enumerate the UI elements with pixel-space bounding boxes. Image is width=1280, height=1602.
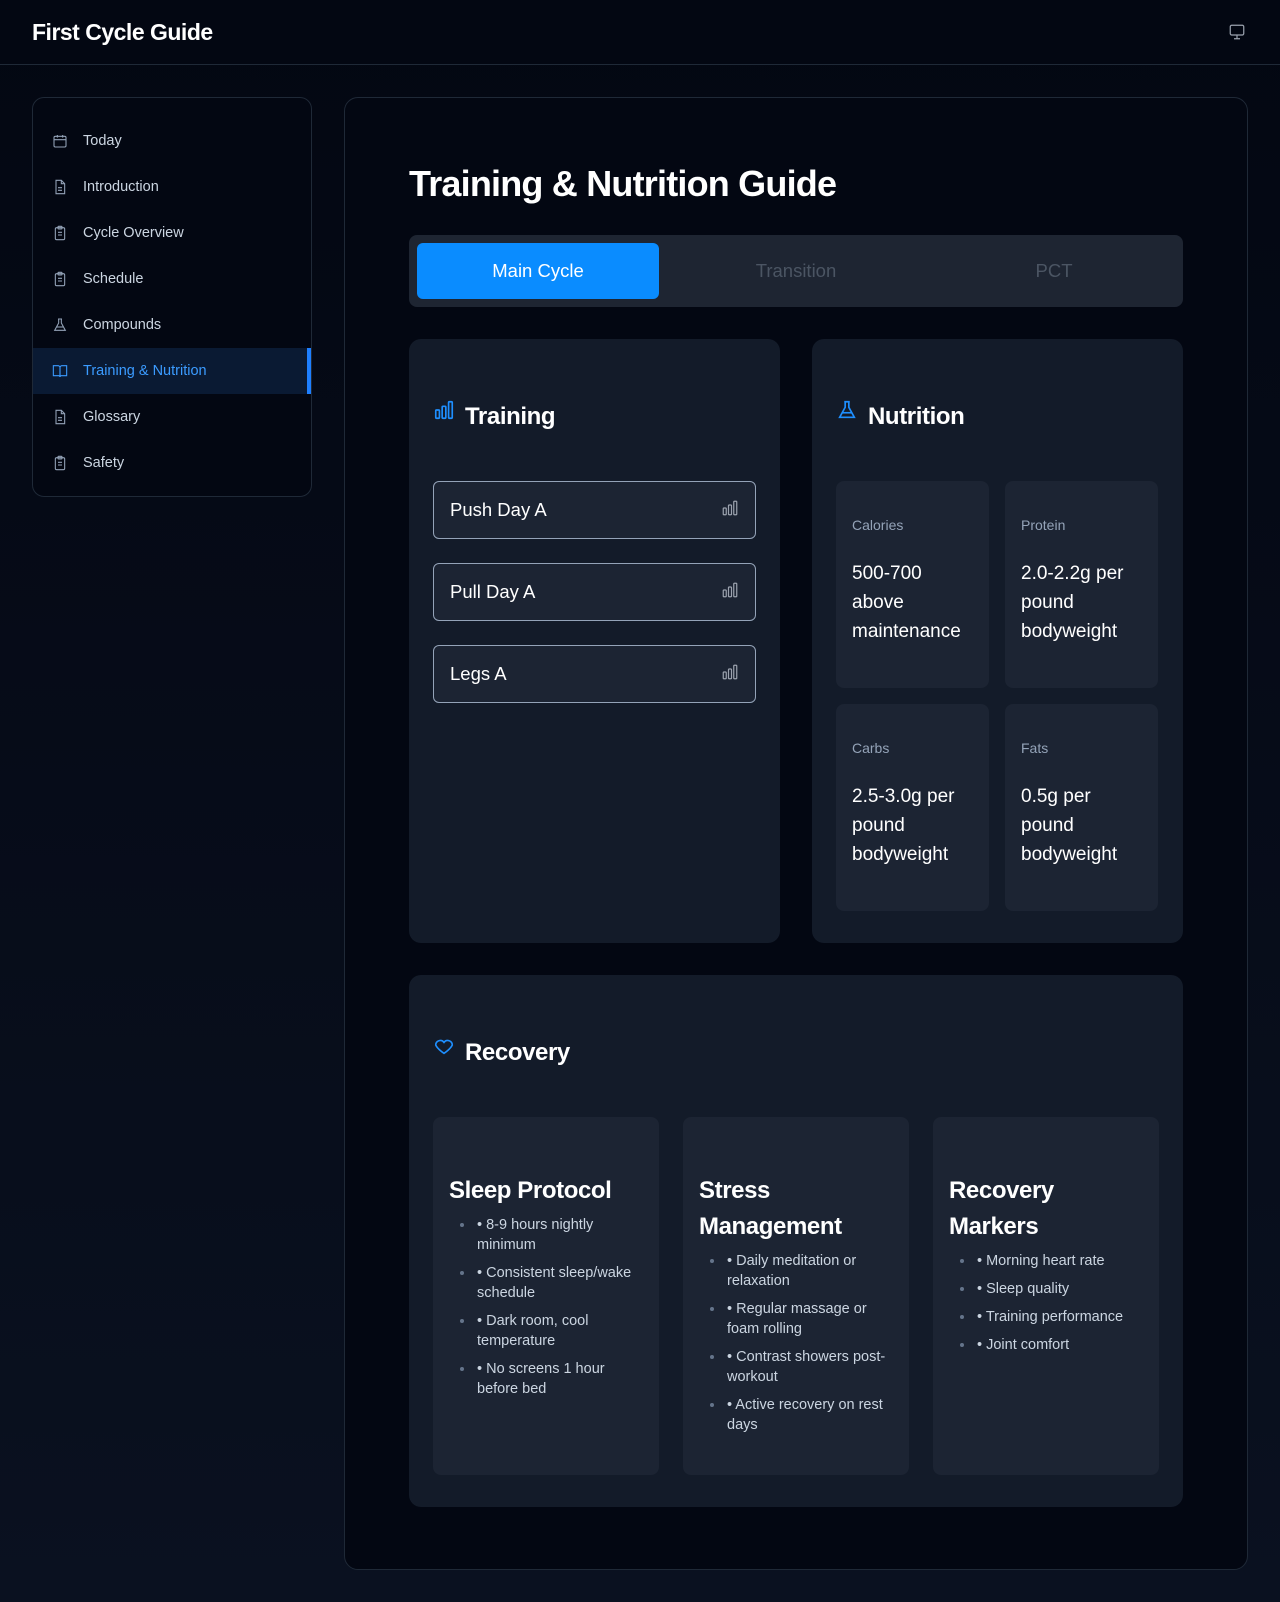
app-header: First Cycle Guide [0,0,1280,65]
list-item: • Active recovery on rest days [699,1395,893,1435]
app-title: First Cycle Guide [32,18,213,45]
nutrition-card: Nutrition Calories 500-700 above mainten… [812,339,1183,943]
recovery-list: • Daily meditation or relaxation • Regul… [699,1251,893,1435]
macro-label: Carbs [852,740,890,756]
document-icon [51,408,69,426]
macro-value: 2.5-3.0g per pound bodyweight [852,786,955,865]
list-item: • Sleep quality [949,1279,1143,1299]
sidebar-item-schedule[interactable]: Schedule [33,256,311,302]
flask-icon [51,316,69,334]
sidebar-item-label: Glossary [83,409,141,425]
sidebar-item-introduction[interactable]: Introduction [33,164,311,210]
recovery-stress-management: Stress Management • Daily meditation or … [683,1117,909,1475]
tab-pct[interactable]: PCT [933,243,1175,299]
sidebar-item-label: Today [83,133,122,149]
list-item: • Training performance [949,1307,1143,1327]
clipboard-icon [51,224,69,242]
bar-chart-icon [721,499,739,522]
recovery-column-title: Recovery Markers [949,1177,1054,1240]
recovery-card: Recovery Sleep Protocol • 8-9 hours nigh… [409,975,1183,1507]
workout-legs-a[interactable]: Legs A [433,645,756,703]
list-item: • 8-9 hours nightly minimum [449,1215,643,1255]
bar-chart-icon [433,399,457,423]
macro-label: Fats [1021,740,1049,756]
sidebar-item-label: Schedule [83,271,144,287]
clipboard-icon [51,270,69,288]
clipboard-icon [51,454,69,472]
training-card: Training Push Day A Pull Day A Legs A [409,339,780,943]
macro-fats: Fats 0.5g per pound bodyweight [1005,704,1158,911]
macro-protein: Protein 2.0-2.2g per pound bodyweight [1005,481,1158,688]
recovery-list: • Morning heart rate • Sleep quality • T… [949,1251,1143,1355]
main-content: Training & Nutrition Guide Main Cycle Tr… [344,97,1248,1570]
sidebar-item-training-nutrition[interactable]: Training & Nutrition [33,348,311,394]
training-nutrition-grid: Training Push Day A Pull Day A Legs A Nu… [409,339,1183,943]
workout-label: Legs A [450,663,507,684]
recovery-header: Recovery [433,1039,1159,1067]
bar-chart-icon [721,581,739,604]
nutrition-header: Nutrition [836,400,1159,431]
macro-label: Protein [1021,517,1066,533]
sidebar-item-label: Safety [83,455,125,471]
workout-push-day-a[interactable]: Push Day A [433,481,756,539]
list-item: • No screens 1 hour before bed [449,1359,643,1399]
recovery-title: Recovery [465,1039,570,1066]
list-item: • Joint comfort [949,1335,1143,1355]
sidebar-item-label: Introduction [83,179,159,195]
list-item: • Consistent sleep/wake schedule [449,1263,643,1303]
list-item: • Daily meditation or relaxation [699,1251,893,1291]
document-icon [51,178,69,196]
sidebar-item-today[interactable]: Today [33,118,311,164]
macro-value: 2.0-2.2g per pound bodyweight [1021,563,1124,642]
book-icon [51,362,69,380]
page-title: Training & Nutrition Guide [409,163,837,204]
training-header: Training [433,400,756,431]
sidebar-item-cycle-overview[interactable]: Cycle Overview [33,210,311,256]
sidebar-item-glossary[interactable]: Glossary [33,394,311,440]
recovery-sleep-protocol: Sleep Protocol • 8-9 hours nightly minim… [433,1117,659,1475]
sidebar-item-label: Cycle Overview [83,225,184,241]
recovery-column-title: Stress Management [699,1177,842,1240]
monitor-icon[interactable] [1226,21,1248,43]
workout-list: Push Day A Pull Day A Legs A [433,481,756,703]
calendar-icon [51,132,69,150]
recovery-markers: Recovery Markers • Morning heart rate • … [933,1117,1159,1475]
heart-icon [433,1035,457,1059]
bar-chart-icon [721,663,739,686]
workout-pull-day-a[interactable]: Pull Day A [433,563,756,621]
tab-bar: Main Cycle Transition PCT [409,235,1183,307]
sidebar-item-safety[interactable]: Safety [33,440,311,486]
list-item: • Dark room, cool temperature [449,1311,643,1351]
recovery-list: • 8-9 hours nightly minimum • Consistent… [449,1215,643,1399]
list-item: • Morning heart rate [949,1251,1143,1271]
sidebar-item-label: Training & Nutrition [83,363,207,379]
workout-label: Push Day A [450,499,547,520]
recovery-columns: Sleep Protocol • 8-9 hours nightly minim… [433,1117,1159,1475]
macro-label: Calories [852,517,904,533]
tab-transition[interactable]: Transition [675,243,917,299]
tab-main-cycle[interactable]: Main Cycle [417,243,659,299]
workout-label: Pull Day A [450,581,536,602]
sidebar-item-label: Compounds [83,317,162,333]
macro-value: 500-700 above maintenance [852,563,961,642]
recovery-column-title: Sleep Protocol [449,1177,612,1204]
macro-value: 0.5g per pound bodyweight [1021,786,1118,865]
training-title: Training [465,403,556,430]
flask-icon [836,399,860,423]
macro-calories: Calories 500-700 above maintenance [836,481,989,688]
sidebar-item-compounds[interactable]: Compounds [33,302,311,348]
macro-grid: Calories 500-700 above maintenance Prote… [836,481,1159,911]
list-item: • Regular massage or foam rolling [699,1299,893,1339]
nutrition-title: Nutrition [868,403,965,430]
list-item: • Contrast showers post-workout [699,1347,893,1387]
macro-carbs: Carbs 2.5-3.0g per pound bodyweight [836,704,989,911]
sidebar: Today Introduction Cycle Overview Schedu… [32,97,312,497]
